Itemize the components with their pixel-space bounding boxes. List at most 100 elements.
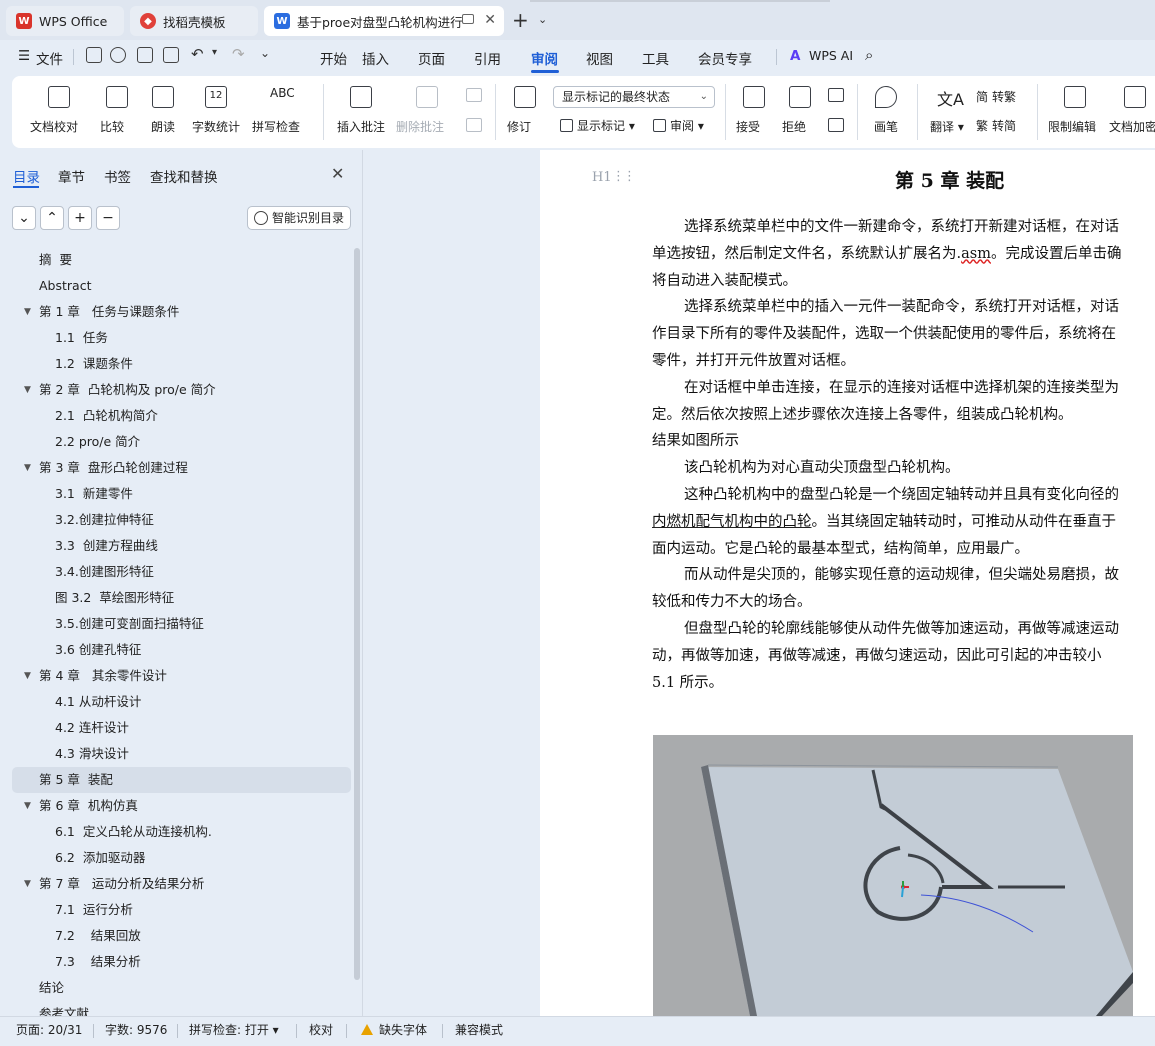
toc-item[interactable]: 3.4.创建图形特征 xyxy=(0,559,351,585)
spell-check-status[interactable]: 拼写检查: 打开 ▾ xyxy=(189,1021,279,1038)
page-indicator[interactable]: 页面: 20/31 xyxy=(16,1021,82,1038)
close-icon[interactable]: ✕ xyxy=(331,164,344,183)
menu-reference[interactable]: 引用 xyxy=(474,48,501,68)
tab-bookmarks[interactable]: 书签 xyxy=(104,166,131,186)
tab-current-document[interactable]: W 基于proe对盘型凸轮机构进行 ✕ xyxy=(264,6,504,36)
insert-comment-button[interactable]: 插入批注 xyxy=(332,76,390,148)
toc-item[interactable]: 2.2 pro/e 简介 xyxy=(0,429,351,455)
marked-text[interactable]: asm xyxy=(961,246,991,262)
toc-item[interactable]: 结论 xyxy=(0,975,351,1001)
proofread-button[interactable]: 文档校对 xyxy=(26,76,82,148)
word-count-status[interactable]: 字数: 9576 xyxy=(105,1021,167,1038)
document-page[interactable]: H1 ⋮⋮ 第 5 章 装配 选择系统菜单栏中的文件一新建命令，系统打开新建对话… xyxy=(540,150,1155,1016)
toc-item[interactable]: Abstract xyxy=(0,273,351,299)
tab-find-replace[interactable]: 查找和替换 xyxy=(150,166,218,186)
translate-button[interactable]: 文A 翻译 ▾ xyxy=(926,76,970,148)
expand-arrow-icon[interactable]: ▼ xyxy=(24,871,31,897)
menu-tools[interactable]: 工具 xyxy=(642,48,669,68)
print-preview-icon[interactable] xyxy=(163,47,179,63)
toc-item[interactable]: 1.2 课题条件 xyxy=(0,351,351,377)
expand-all-icon[interactable]: ⌄ xyxy=(12,206,36,230)
toc-item[interactable]: 4.2 连杆设计 xyxy=(0,715,351,741)
toc-item[interactable]: 3.1 新建零件 xyxy=(0,481,351,507)
monitor-icon[interactable] xyxy=(462,14,474,24)
toc-item[interactable]: ▼ 第 2 章 凸轮机构及 pro/e 简介 xyxy=(0,377,351,403)
toc-item[interactable]: 7.3 结果分析 xyxy=(0,949,351,975)
toc-item[interactable]: 7.2 结果回放 xyxy=(0,923,351,949)
tab-docer-templates[interactable]: ◆ 找稻壳模板 xyxy=(130,6,258,36)
menu-page[interactable]: 页面 xyxy=(418,48,445,68)
drag-handle-icon[interactable]: ⋮⋮ xyxy=(612,169,636,184)
compare-button[interactable]: 比较 xyxy=(96,76,140,148)
toc-item[interactable]: 4.3 滑块设计 xyxy=(0,741,351,767)
missing-font-status[interactable]: 缺失字体 xyxy=(361,1021,427,1038)
markup-mode-select[interactable]: 显示标记的最终状态 ⌄ xyxy=(553,86,715,108)
menu-start[interactable]: 开始 xyxy=(320,48,347,68)
menu-view[interactable]: 视图 xyxy=(586,48,613,68)
spell-check-button[interactable]: ABC 拼写检查 xyxy=(250,76,312,148)
toc-item[interactable]: 3.2.创建拉伸特征 xyxy=(0,507,351,533)
review-pane-button[interactable]: 审阅 ▾ xyxy=(653,117,704,134)
export-icon[interactable] xyxy=(110,47,126,63)
toc-item[interactable]: ▼ 第 1 章 任务与课题条件 xyxy=(0,299,351,325)
new-tab-icon[interactable]: + xyxy=(512,8,529,32)
toc-item[interactable]: 1.1 任务 xyxy=(0,325,351,351)
collapse-up-icon[interactable]: ⌃ xyxy=(40,206,64,230)
toc-item[interactable]: 3.3 创建方程曲线 xyxy=(0,533,351,559)
expand-arrow-icon[interactable]: ▼ xyxy=(24,299,31,325)
expand-arrow-icon[interactable]: ▼ xyxy=(24,663,31,689)
menu-insert[interactable]: 插入 xyxy=(362,48,389,68)
accept-button[interactable]: 接受 xyxy=(735,76,775,148)
more-chevron-icon[interactable]: ⌄ xyxy=(260,46,270,60)
prev-comment-icon[interactable] xyxy=(466,88,482,102)
expand-arrow-icon[interactable]: ▼ xyxy=(24,455,31,481)
chevron-down-icon[interactable]: ▾ xyxy=(212,47,217,58)
save-icon[interactable] xyxy=(86,47,102,63)
expand-arrow-icon[interactable]: ▼ xyxy=(24,377,31,403)
to-traditional-button[interactable]: 简转繁 xyxy=(976,88,1016,105)
chevron-down-icon[interactable]: ⌄ xyxy=(538,13,547,26)
heading-level-marker[interactable]: H1 xyxy=(592,170,612,185)
doc-encrypt-button[interactable]: 文档加密 xyxy=(1106,76,1155,148)
toc-item[interactable]: 摘 要 xyxy=(0,247,351,273)
prev-change-icon[interactable] xyxy=(828,88,844,102)
toc-item[interactable]: ▼ 第 7 章 运动分析及结果分析 xyxy=(0,871,351,897)
toc-item[interactable]: 第 5 章 装配 xyxy=(12,767,351,793)
expand-arrow-icon[interactable]: ▼ xyxy=(24,793,31,819)
toc-item[interactable]: ▼ 第 6 章 机构仿真 xyxy=(0,793,351,819)
remove-heading-icon[interactable]: − xyxy=(96,206,120,230)
toc-item[interactable]: ▼ 第 3 章 盘形凸轮创建过程 xyxy=(0,455,351,481)
tab-wps-office[interactable]: W WPS Office xyxy=(6,6,124,36)
menu-member[interactable]: 会员专享 xyxy=(698,48,752,68)
close-tab-icon[interactable]: ✕ xyxy=(484,12,496,28)
toc-item[interactable]: 6.1 定义凸轮从动连接机构. xyxy=(0,819,351,845)
toc-item[interactable]: ▼ 第 4 章 其余零件设计 xyxy=(0,663,351,689)
toc-item[interactable]: 4.1 从动杆设计 xyxy=(0,689,351,715)
reject-button[interactable]: 拒绝 xyxy=(781,76,821,148)
redo-icon[interactable]: ↷ xyxy=(232,45,245,63)
smart-toc-button[interactable]: 智能识别目录 xyxy=(247,206,351,230)
restrict-edit-button[interactable]: 限制编辑 xyxy=(1046,76,1102,148)
toc-item[interactable]: 图 3.2 草绘图形特征 xyxy=(0,585,351,611)
print-icon[interactable] xyxy=(137,47,153,63)
toc-item[interactable]: 3.6 创建孔特征 xyxy=(0,637,351,663)
toc-item[interactable]: 6.2 添加驱动器 xyxy=(0,845,351,871)
next-comment-icon[interactable] xyxy=(466,118,482,132)
tab-toc[interactable]: 目录 xyxy=(13,166,40,186)
search-icon[interactable]: ⌕ xyxy=(865,46,873,64)
show-markup-button[interactable]: 显示标记 ▾ xyxy=(560,117,635,134)
toc-item[interactable]: 2.1 凸轮机构简介 xyxy=(0,403,351,429)
add-heading-icon[interactable]: + xyxy=(68,206,92,230)
to-simplified-button[interactable]: 繁转简 xyxy=(976,117,1016,134)
read-aloud-button[interactable]: 朗读 xyxy=(148,76,188,148)
ink-button[interactable]: 画笔 xyxy=(866,76,906,148)
undo-icon[interactable]: ↶ xyxy=(191,45,204,63)
tab-sections[interactable]: 章节 xyxy=(58,166,85,186)
toc-item[interactable]: 3.5.创建可变剖面扫描特征 xyxy=(0,611,351,637)
menu-review[interactable]: 审阅 xyxy=(531,48,558,68)
compat-mode-status[interactable]: 兼容模式 xyxy=(455,1021,503,1038)
wps-ai-button[interactable]: WPS AI xyxy=(809,48,853,63)
word-count-button[interactable]: 12 字数统计 xyxy=(190,76,242,148)
menu-file[interactable]: 文件 xyxy=(36,48,63,68)
next-change-icon[interactable] xyxy=(828,118,844,132)
